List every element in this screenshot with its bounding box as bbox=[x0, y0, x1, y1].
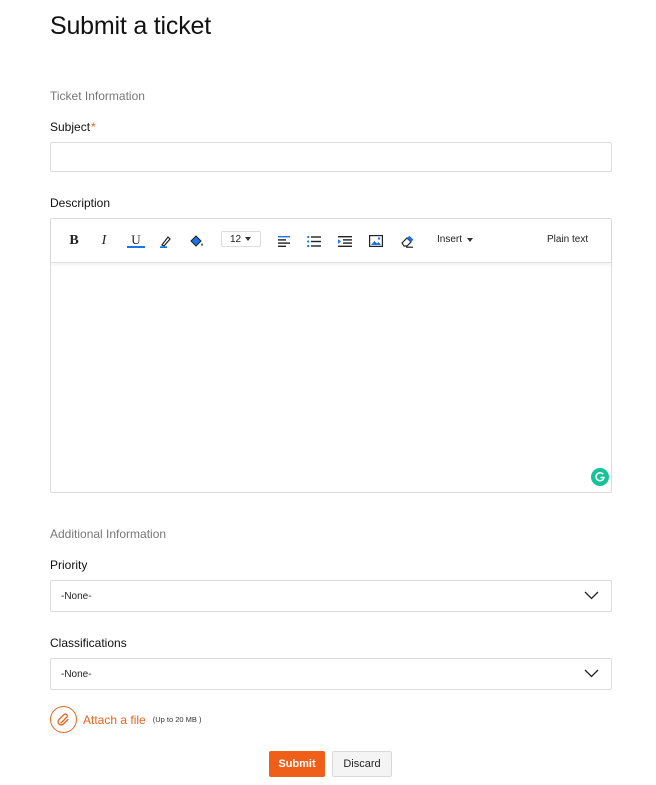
discard-button[interactable]: Discard bbox=[332, 751, 392, 777]
required-asterisk: * bbox=[91, 120, 96, 134]
chevron-down-icon bbox=[584, 591, 599, 600]
underline-button[interactable]: U bbox=[127, 233, 145, 248]
subject-label: Subject* bbox=[50, 120, 96, 134]
clear-formatting-button[interactable] bbox=[398, 232, 416, 250]
eraser-icon bbox=[401, 235, 414, 248]
attach-file-label: Attach a file bbox=[83, 712, 146, 727]
align-left-button[interactable] bbox=[275, 232, 293, 250]
chevron-down-icon bbox=[467, 237, 474, 242]
additional-information-heading: Additional Information bbox=[50, 527, 167, 541]
font-size-dropdown[interactable]: 12 bbox=[221, 231, 261, 247]
font-size-value: 12 bbox=[230, 233, 242, 245]
grammarly-g-icon bbox=[595, 471, 605, 482]
background-color-button[interactable] bbox=[188, 232, 206, 250]
classifications-selected-value: -None- bbox=[61, 668, 92, 680]
attach-file-button[interactable]: Attach a file (Up to 20 MB ) bbox=[50, 706, 201, 733]
attach-size-note: (Up to 20 MB ) bbox=[152, 715, 202, 724]
subject-input[interactable] bbox=[50, 142, 612, 172]
editor-toolbar: B I U 12 Insert Plain text bbox=[51, 219, 611, 263]
insert-label: Insert bbox=[437, 234, 463, 245]
align-left-icon bbox=[277, 235, 290, 247]
description-label: Description bbox=[50, 196, 111, 210]
priority-selected-value: -None- bbox=[61, 590, 92, 602]
attachment-icon-wrapper bbox=[50, 706, 77, 733]
image-icon bbox=[369, 235, 383, 247]
priority-label: Priority bbox=[50, 558, 88, 572]
plain-text-toggle[interactable]: Plain text bbox=[547, 234, 588, 245]
chevron-down-icon bbox=[245, 237, 252, 241]
bullet-list-button[interactable] bbox=[305, 232, 323, 250]
text-color-icon bbox=[160, 236, 171, 248]
bold-button[interactable]: B bbox=[65, 232, 83, 250]
insert-dropdown[interactable]: Insert bbox=[437, 234, 474, 245]
subject-label-text: Subject bbox=[50, 120, 91, 134]
indent-icon bbox=[338, 235, 352, 247]
bullet-list-icon bbox=[307, 235, 321, 247]
description-text-area[interactable] bbox=[51, 264, 611, 492]
text-color-button[interactable] bbox=[157, 232, 175, 250]
classifications-label: Classifications bbox=[50, 636, 127, 650]
description-editor: B I U 12 Insert Plain text bbox=[50, 218, 612, 493]
chevron-down-icon bbox=[584, 669, 599, 678]
background-color-icon bbox=[190, 235, 203, 247]
classifications-select[interactable]: -None- bbox=[50, 658, 612, 690]
priority-select[interactable]: -None- bbox=[50, 580, 612, 612]
paperclip-icon bbox=[56, 712, 69, 726]
submit-button[interactable]: Submit bbox=[269, 751, 325, 777]
insert-image-button[interactable] bbox=[367, 232, 385, 250]
ticket-information-heading: Ticket Information bbox=[50, 89, 145, 103]
italic-button[interactable]: I bbox=[95, 232, 113, 250]
grammarly-icon[interactable] bbox=[591, 468, 609, 486]
page-title: Submit a ticket bbox=[50, 12, 211, 40]
indent-button[interactable] bbox=[336, 232, 354, 250]
